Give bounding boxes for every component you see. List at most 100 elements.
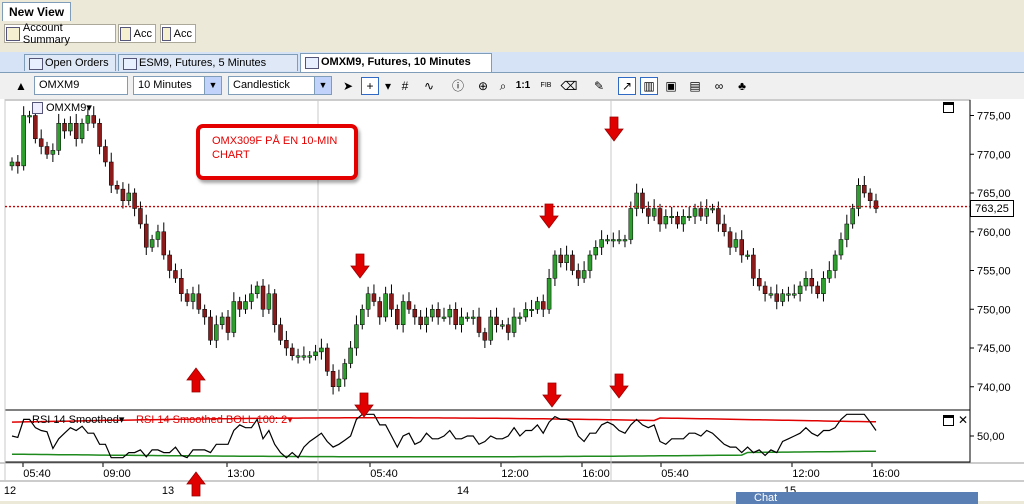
candle-body [511,316,517,333]
candle-body [453,309,458,325]
candle-body [21,115,26,167]
close-rsi-icon[interactable]: ✕ [958,414,968,426]
candle-body [38,138,44,147]
candle-body [605,239,610,242]
time-tick-label: 12:00 [792,468,820,480]
candle-body [9,161,15,167]
candle-body [219,316,225,325]
candle-body [762,285,768,294]
candle-body [465,316,470,319]
candle-body [616,239,622,242]
boll-label[interactable]: RSI 14 Smoothed BOLL 100: 2▾ [136,414,293,426]
candle-body [377,301,383,318]
rsi-axis-label: 50,00 [977,431,1005,443]
candle-body [809,278,815,287]
candle-body [319,347,324,353]
candle-body [733,239,739,248]
time-tick-label: 09:00 [103,468,131,480]
candle-body [523,309,528,318]
candle-body [546,278,552,310]
candle-body [144,223,149,248]
chat-bar[interactable]: Chat [736,492,978,504]
candle-body [330,371,336,387]
candle-body [739,239,744,256]
candle-body [254,285,260,294]
candle-body [844,223,850,240]
candle-body [488,316,493,341]
candle-body [307,355,312,358]
price-tick-label: 755,00 [977,266,1011,278]
time-tick-label: 05:40 [370,468,398,480]
chart-symbol-selector[interactable]: OMXM9 ▾ [32,101,92,115]
candle-body [120,188,126,201]
candle-body [44,146,50,155]
candle-body [79,123,85,139]
candle-body [529,309,534,311]
candle-body [710,208,715,211]
candle-body [27,115,32,118]
candle-body [727,231,733,248]
chevron-down-icon[interactable]: ▾ [86,101,92,115]
candle-body [85,115,91,124]
price-tick-label: 760,00 [977,227,1011,239]
candle-body [663,216,669,225]
candle-body [686,216,692,218]
candle-body [126,192,132,201]
candle-body [389,293,394,310]
candle-body [295,355,301,358]
candle-body [289,347,295,356]
candle-body [138,208,143,225]
candle-body [570,254,575,271]
candle-body [721,223,727,232]
candle-body [535,301,540,310]
candle-body [622,239,628,242]
candle-body [756,278,762,287]
candle-body [208,316,213,341]
candle-body [202,309,207,318]
rsi-label[interactable]: RSI 14 Smoothed▾ [32,414,124,426]
date-tick-label: 13 [162,485,174,497]
red-arrow-icon [186,367,206,393]
candle-body [114,185,120,190]
time-tick-label: 13:00 [227,468,255,480]
red-arrow-icon [354,392,374,418]
red-arrow-icon [350,253,370,279]
red-arrow-icon [542,382,562,408]
red-arrow-icon [539,203,559,229]
price-tick-label: 775,00 [977,111,1011,123]
chat-label: Chat [754,492,778,504]
candle-body [50,150,56,155]
candle-body [68,123,73,132]
candle-body [838,239,844,256]
red-arrow-icon [604,116,624,142]
candle-body [500,324,505,327]
candle-body [587,254,593,271]
candle-body [768,293,774,296]
candle-body [430,309,435,318]
candle-body [774,293,780,302]
candle-body [184,293,190,302]
candle-body [540,301,546,310]
candle-body [406,301,412,310]
candle-body [599,239,604,248]
candle-body [354,324,359,349]
candles [9,106,879,395]
candle-body [56,123,61,151]
candle-body [424,316,429,325]
candle-body [873,200,879,209]
candle-body [173,270,178,279]
maximize-price-panel-icon[interactable] [943,102,954,113]
candle-body [15,161,21,167]
candle-body [803,278,809,287]
maximize-rsi-panel-icon[interactable] [943,415,954,426]
chart-symbol-label: OMXM9 [46,102,87,114]
annotation-line-2: CHART [212,149,250,161]
candle-body [190,293,196,302]
candle-body [179,278,184,294]
time-tick-label: 16:00 [582,468,610,480]
candle-body [266,293,272,310]
candle-body [313,351,318,356]
candle-body [214,324,219,341]
candle-body [780,293,785,302]
candle-body [505,324,511,333]
